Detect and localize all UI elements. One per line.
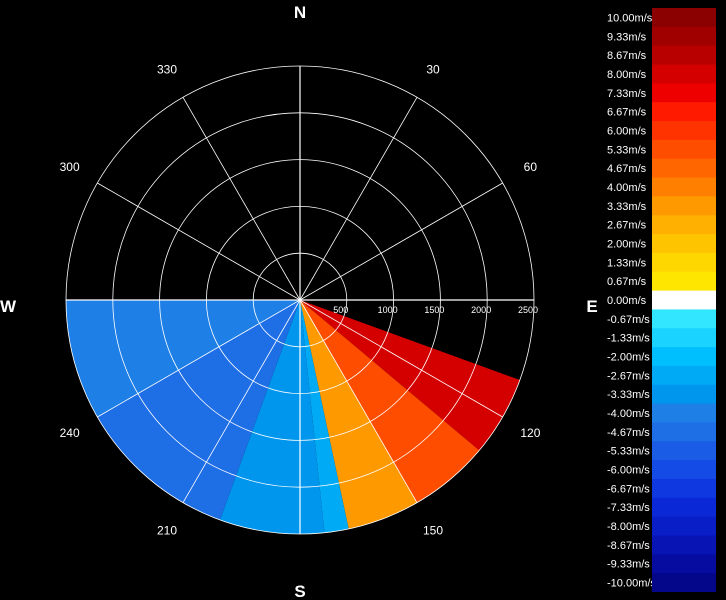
legend-labels: 10.00m/s 9.33m/s 8.67m/s 8.00m/s 7.33m/s 6.67… [607,12,656,589]
azimuth-label-150: 150 [423,523,443,537]
azimuth-label-30: 30 [426,63,440,77]
legend-label-14: 0.67m/s [607,276,647,288]
azimuth-label-240: 240 [60,426,80,440]
legend-swatch-17 [652,328,716,348]
range-labels: 500 1000 1500 2000 2500 [333,305,538,315]
legend-label-27: -8.00m/s [607,521,650,533]
legend-swatch-5 [652,102,716,122]
range-label-1000: 1000 [378,305,398,315]
legend-label-21: -4.00m/s [607,408,650,420]
legend-swatch-18 [652,347,716,367]
legend-swatch-13 [652,252,716,273]
legend-swatch-22 [652,422,716,442]
legend-label-29: -9.33m/s [607,559,650,571]
legend-label-8: 4.67m/s [607,163,647,175]
legend-swatch-2 [652,45,716,65]
legend-swatch-19 [652,365,716,386]
legend-label-23: -5.33m/s [607,446,650,458]
legend-swatch-16 [652,309,716,329]
legend-label-15: 0.00m/s [607,295,647,307]
legend-label-19: -2.67m/s [607,370,650,382]
azimuth-label-300: 300 [60,160,80,174]
spoke-30 [299,97,418,301]
azimuth-label-330: 330 [157,63,177,77]
radar-plot: N S E W 30 60 120 150 210 240 300 330 500 1000 15… [0,3,598,600]
legend-swatch-29 [652,554,716,574]
legend-swatch-6 [652,121,716,141]
legend-label-16: -0.67m/s [607,314,650,326]
legend-label-25: -6.67m/s [607,483,650,495]
azimuth-label-60: 60 [524,160,538,174]
legend-label-1: 9.33m/s [607,31,647,43]
range-label-2000: 2000 [471,305,491,315]
legend-swatch-15 [652,290,716,310]
azimuth-label-120: 120 [520,426,540,440]
compass-south: S [294,582,305,600]
legend-label-3: 8.00m/s [607,69,647,81]
spoke-330 [182,97,301,301]
legend-swatch-0 [652,8,716,28]
legend-swatch-3 [652,64,716,84]
legend-label-20: -3.33m/s [607,389,650,401]
spoke-60 [299,182,503,301]
legend-label-7: 5.33m/s [607,144,647,156]
legend-label-18: -2.00m/s [607,352,650,364]
spoke-300 [97,182,301,301]
legend-label-22: -4.67m/s [607,427,650,439]
velocity-legend: 10.00m/s 9.33m/s 8.67m/s 8.00m/s 7.33m/s 6.67… [607,8,716,592]
legend-swatch-23 [652,441,716,461]
legend-swatch-7 [652,139,716,160]
compass-east: E [586,297,597,316]
legend-swatch-1 [652,26,716,47]
legend-swatch-27 [652,516,716,536]
legend-swatch-28 [652,535,716,555]
legend-label-28: -8.67m/s [607,540,650,552]
legend-swatch-21 [652,403,716,423]
legend-swatch-26 [652,497,716,518]
legend-label-13: 1.33m/s [607,257,647,269]
legend-label-10: 3.33m/s [607,201,647,213]
legend-swatch-20 [652,384,716,405]
legend-swatch-24 [652,460,716,480]
legend-label-5: 6.67m/s [607,107,647,119]
legend-label-11: 2.67m/s [607,220,647,232]
range-label-2500: 2500 [518,305,538,315]
legend-label-26: -7.33m/s [607,502,650,514]
legend-swatch-25 [652,478,716,499]
azimuth-label-210: 210 [157,523,177,537]
legend-swatch-12 [652,234,716,254]
compass-west: W [0,297,17,316]
legend-swatch-11 [652,215,716,235]
legend-label-4: 7.33m/s [607,88,647,100]
legend-swatch-4 [652,83,716,103]
legend-label-30: -10.00m/s [607,578,656,590]
legend-swatch-8 [652,158,716,178]
legend-swatch-30 [652,573,716,592]
legend-swatch-10 [652,196,716,216]
compass-north: N [294,3,306,22]
legend-label-17: -1.33m/s [607,333,650,345]
legend-label-6: 6.00m/s [607,125,647,137]
legend-swatch-14 [652,271,716,291]
legend-label-9: 4.00m/s [607,182,647,194]
legend-label-12: 2.00m/s [607,238,647,250]
legend-label-0: 10.00m/s [607,12,653,24]
legend-label-2: 8.67m/s [607,50,647,62]
range-label-500: 500 [333,305,348,315]
velocity-sector [66,300,520,534]
range-label-1500: 1500 [424,305,444,315]
legend-swatches [652,8,716,592]
legend-label-24: -6.00m/s [607,465,650,477]
legend-swatch-9 [652,177,716,197]
